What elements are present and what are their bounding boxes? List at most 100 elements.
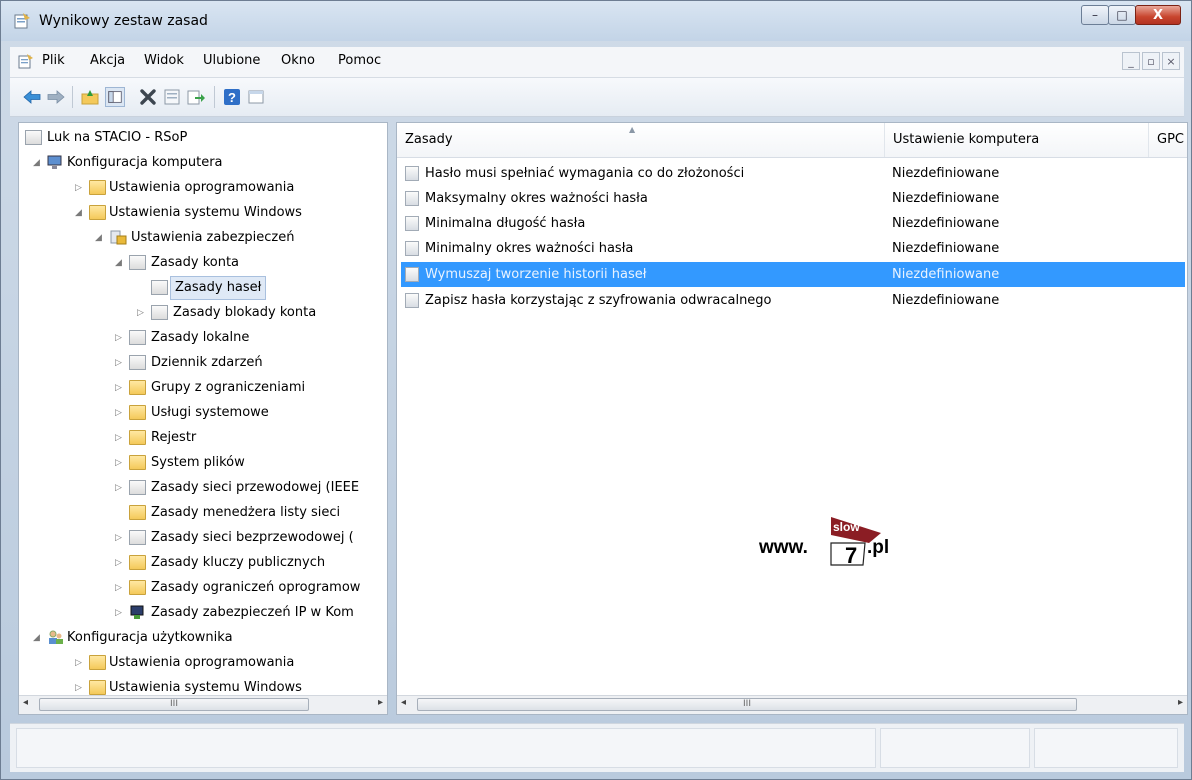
policy-icon	[129, 330, 146, 345]
menu-plik[interactable]: Plik	[42, 53, 65, 68]
toolbar-separator	[72, 86, 73, 108]
collapsed-arrow-icon[interactable]: ▷	[115, 601, 122, 625]
collapsed-arrow-icon[interactable]: ▷	[115, 351, 122, 375]
lock-folder-icon	[129, 430, 146, 445]
mmc-menu-icon[interactable]	[18, 53, 34, 69]
column-header-computer-setting[interactable]: Ustawienie komputera	[885, 123, 1149, 157]
status-cell-main	[16, 728, 876, 768]
delete-icon[interactable]	[138, 87, 158, 107]
list-row[interactable]: Minimalna długość hasła Niezdefiniowane	[401, 211, 1185, 236]
show-hide-tree-icon[interactable]	[105, 87, 125, 107]
sort-ascending-icon: ▲	[629, 125, 636, 134]
column-header-zasady[interactable]: Zasady	[397, 123, 885, 157]
status-cell-3	[1034, 728, 1178, 768]
policy-icon	[129, 255, 146, 270]
computer-icon	[47, 155, 62, 169]
list-row[interactable]: Zapisz hasła korzystając z szyfrowania o…	[401, 288, 1185, 313]
window-title: Wynikowy zestaw zasad	[39, 13, 208, 29]
rsop-icon	[25, 130, 42, 145]
collapsed-arrow-icon[interactable]: ▷	[115, 576, 122, 600]
column-header-gpo[interactable]: GPC	[1149, 123, 1187, 157]
minimize-button[interactable]: –	[1081, 5, 1109, 25]
scroll-left-icon[interactable]: ◂	[401, 697, 406, 708]
folder-icon	[129, 505, 146, 520]
mdi-restore-button[interactable]: ▫	[1142, 52, 1160, 70]
scroll-thumb[interactable]: III	[39, 698, 309, 711]
collapsed-arrow-icon[interactable]: ▷	[115, 551, 122, 575]
lock-folder-icon	[129, 455, 146, 470]
collapsed-arrow-icon[interactable]: ▷	[137, 301, 144, 325]
properties-icon[interactable]	[162, 87, 182, 107]
security-settings-icon	[110, 230, 127, 245]
help-icon[interactable]: ?	[222, 87, 242, 107]
expanded-arrow-icon[interactable]: ◢	[115, 251, 122, 275]
tree-horizontal-scrollbar[interactable]: ◂ III ▸	[19, 695, 387, 714]
collapsed-arrow-icon[interactable]: ▷	[115, 376, 122, 400]
list-row-selected[interactable]: Wymuszaj tworzenie historii haseł Niezde…	[401, 262, 1185, 287]
policy-item-icon	[405, 166, 419, 181]
policy-item-icon	[405, 191, 419, 206]
policy-list-view[interactable]: Zasady ▲ Ustawienie komputera GPC Hasło …	[396, 122, 1188, 715]
collapsed-arrow-icon[interactable]: ▷	[115, 426, 122, 450]
policy-item-icon	[405, 216, 419, 231]
expanded-arrow-icon[interactable]: ◢	[33, 626, 40, 650]
menu-akcja[interactable]: Akcja	[90, 53, 125, 68]
toolbar: ?	[10, 78, 1184, 117]
menu-bar: Plik Akcja Widok Ulubione Okno Pomoc _ ▫…	[10, 47, 1184, 78]
scroll-left-icon[interactable]: ◂	[23, 697, 28, 708]
maximize-button[interactable]: □	[1108, 5, 1136, 25]
lock-folder-icon	[129, 405, 146, 420]
expanded-arrow-icon[interactable]: ◢	[95, 226, 102, 250]
slow7-watermark-logo: www. slow 7 .pl	[759, 513, 929, 573]
folder-icon	[89, 680, 106, 695]
collapsed-arrow-icon[interactable]: ▷	[75, 651, 82, 675]
scroll-right-icon[interactable]: ▸	[378, 697, 383, 708]
folder-icon	[129, 555, 146, 570]
mdi-minimize-button[interactable]: _	[1122, 52, 1140, 70]
collapsed-arrow-icon[interactable]: ▷	[115, 451, 122, 475]
list-row[interactable]: Maksymalny okres ważności hasła Niezdefi…	[401, 186, 1185, 211]
view-icon[interactable]	[246, 87, 266, 107]
export-icon[interactable]	[186, 87, 206, 107]
folder-icon	[89, 180, 106, 195]
list-header: Zasady ▲ Ustawienie komputera GPC	[397, 123, 1187, 158]
collapsed-arrow-icon[interactable]: ▷	[115, 401, 122, 425]
collapsed-arrow-icon[interactable]: ▷	[115, 526, 122, 550]
user-icon	[49, 630, 63, 644]
collapsed-arrow-icon[interactable]: ▷	[115, 476, 122, 500]
expanded-arrow-icon[interactable]: ◢	[33, 151, 40, 175]
policy-item-icon	[405, 241, 419, 256]
ip-security-icon	[130, 605, 144, 619]
folder-icon	[89, 205, 106, 220]
status-cell-2	[880, 728, 1030, 768]
list-row[interactable]: Minimalny okres ważności hasła Niezdefin…	[401, 236, 1185, 261]
up-folder-icon[interactable]	[80, 87, 100, 107]
svg-text:7: 7	[845, 543, 857, 568]
forward-icon[interactable]	[46, 87, 66, 107]
list-row[interactable]: Hasło musi spełniać wymagania co do złoż…	[401, 161, 1185, 186]
collapsed-arrow-icon[interactable]: ▷	[115, 326, 122, 350]
mdi-close-button[interactable]: ×	[1162, 52, 1180, 70]
menu-pomoc[interactable]: Pomoc	[338, 53, 381, 68]
status-bar	[10, 723, 1184, 772]
scroll-thumb[interactable]: III	[417, 698, 1077, 711]
svg-text:?: ?	[228, 90, 236, 105]
console-tree[interactable]: Luk na STACIO - RSoP ◢ Konfiguracja komp…	[18, 122, 388, 715]
folder-icon	[89, 655, 106, 670]
list-horizontal-scrollbar[interactable]: ◂ III ▸	[397, 695, 1187, 714]
close-button[interactable]: X	[1135, 5, 1181, 25]
expanded-arrow-icon[interactable]: ◢	[75, 201, 82, 225]
scroll-right-icon[interactable]: ▸	[1178, 697, 1183, 708]
rsop-app-icon	[14, 13, 30, 29]
menu-widok[interactable]: Widok	[144, 53, 184, 68]
menu-ulubione[interactable]: Ulubione	[203, 53, 260, 68]
collapsed-arrow-icon[interactable]: ▷	[75, 176, 82, 200]
policy-icon	[129, 355, 146, 370]
title-bar[interactable]: Wynikowy zestaw zasad – □ X	[1, 1, 1191, 41]
lock-folder-icon	[129, 380, 146, 395]
policy-item-icon	[405, 267, 419, 282]
menu-okno[interactable]: Okno	[281, 53, 315, 68]
wireless-icon	[129, 530, 146, 545]
policy-icon	[151, 280, 168, 295]
back-icon[interactable]	[22, 87, 42, 107]
